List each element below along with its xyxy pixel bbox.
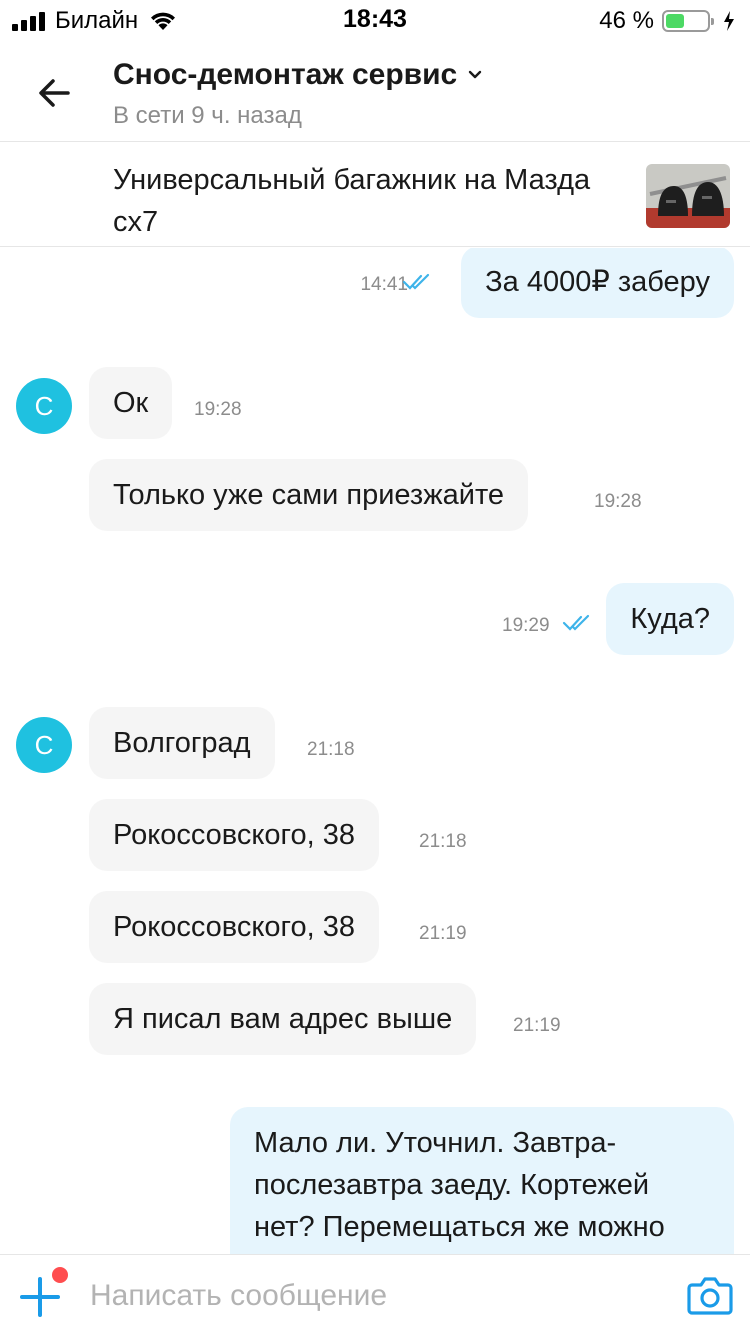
contact-name: Снос-демонтаж сервис bbox=[113, 58, 458, 91]
chat-header: Снос-демонтаж сервис В сети 9 ч. назад bbox=[0, 40, 750, 142]
message-time: 19:28 bbox=[194, 399, 242, 420]
incoming-message[interactable]: Волгоград bbox=[89, 707, 275, 779]
avatar[interactable]: С bbox=[16, 378, 72, 434]
listing-thumbnail bbox=[646, 164, 730, 228]
listing-title: Универсальный багажник на Мазда сх7 bbox=[113, 164, 591, 238]
charging-icon bbox=[724, 11, 734, 31]
outgoing-message[interactable]: Куда? bbox=[606, 583, 734, 655]
message-time: 19:29 bbox=[502, 615, 550, 636]
battery-level bbox=[666, 14, 685, 28]
double-check-icon bbox=[402, 273, 430, 290]
incoming-message[interactable]: Рокоссовского, 38 bbox=[89, 891, 379, 963]
outgoing-message[interactable]: За 4000₽ заберу bbox=[461, 248, 734, 318]
battery-icon bbox=[662, 10, 714, 32]
message-input[interactable] bbox=[90, 1275, 650, 1317]
message-time: 19:28 bbox=[594, 491, 642, 512]
contact-title-button[interactable]: Снос-демонтаж сервис bbox=[113, 58, 483, 92]
back-arrow-icon[interactable] bbox=[30, 68, 80, 118]
status-bar: Билайн 18:43 46 % bbox=[0, 0, 750, 40]
message-time: 21:18 bbox=[419, 831, 467, 852]
message-composer bbox=[0, 1254, 750, 1334]
double-check-icon bbox=[562, 614, 590, 631]
online-status: В сети 9 ч. назад bbox=[113, 102, 302, 129]
message-time: 21:19 bbox=[419, 923, 467, 944]
avatar[interactable]: С bbox=[16, 717, 72, 773]
message-time: 21:19 bbox=[513, 1015, 561, 1036]
battery-percent: 46 % bbox=[599, 7, 654, 34]
incoming-message[interactable]: Рокоссовского, 38 bbox=[89, 799, 379, 871]
incoming-message[interactable]: Ок bbox=[89, 367, 173, 439]
incoming-message[interactable]: Только уже сами приезжайте bbox=[89, 459, 529, 531]
message-time: 14:41 bbox=[360, 274, 408, 295]
chevron-down-icon bbox=[469, 70, 482, 79]
outgoing-message[interactable]: Мало ли. Уточнил. Завтра-послезавтра зае… bbox=[230, 1107, 734, 1254]
message-time: 21:18 bbox=[307, 739, 355, 760]
notification-dot bbox=[52, 1267, 68, 1283]
camera-icon[interactable] bbox=[686, 1273, 734, 1317]
incoming-message[interactable]: Я писал вам адрес выше bbox=[89, 983, 477, 1055]
status-right: 46 % bbox=[599, 6, 736, 36]
listing-bar[interactable]: Универсальный багажник на Мазда сх7 bbox=[0, 143, 750, 247]
message-list[interactable]: 14:41 За 4000₽ заберу С Ок 19:28 Только … bbox=[0, 248, 750, 1254]
